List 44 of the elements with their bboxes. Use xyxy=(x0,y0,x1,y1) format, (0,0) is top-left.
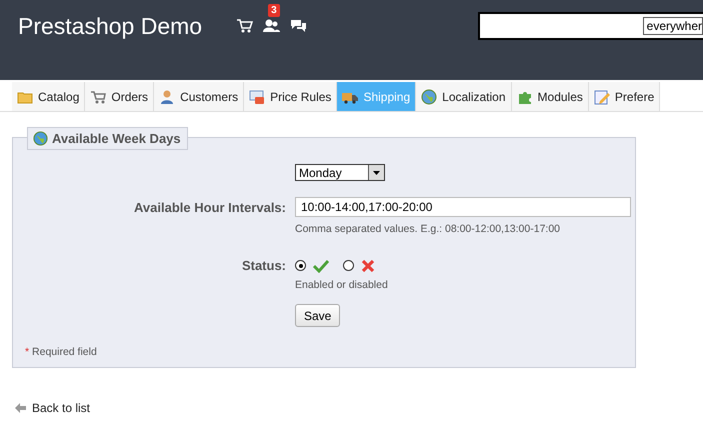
field-hint: Comma separated values. E.g.: 08:00-12:00,13:00-17:00 xyxy=(295,223,562,235)
intervals-field[interactable]: 10:00-14:00,17:00-20:00 xyxy=(295,197,631,217)
nav-tab[interactable]: Orders xyxy=(85,82,154,111)
required-note: * Required field xyxy=(25,346,98,358)
nav-tab[interactable]: Modules xyxy=(512,82,589,111)
status-radio[interactable] xyxy=(343,260,354,271)
person-icon xyxy=(159,88,176,104)
back-link[interactable]: Back to list xyxy=(15,401,90,415)
tab-label: Customers xyxy=(180,90,238,104)
field-label: Status: xyxy=(240,258,286,273)
tab-label: Localization xyxy=(442,90,506,104)
nav-tab[interactable]: Price Rules xyxy=(244,82,338,111)
users-icon[interactable] xyxy=(263,17,280,34)
nav-tab[interactable]: Prefere xyxy=(588,82,660,111)
tab-label: Shipping xyxy=(363,90,410,104)
tab-label: Catalog xyxy=(38,90,80,104)
globe-icon xyxy=(421,88,438,104)
tab-label: Modules xyxy=(538,90,583,104)
chat-icon[interactable] xyxy=(290,17,308,34)
day-select[interactable]: Monday xyxy=(295,164,385,181)
tab-label: Price Rules xyxy=(270,90,332,104)
field-hint: Enabled or disabled xyxy=(295,279,389,291)
cart-icon[interactable] xyxy=(236,17,254,34)
check-icon xyxy=(313,258,329,272)
notification-count: 3 xyxy=(268,4,280,17)
card-icon xyxy=(249,88,266,104)
tab-label: Prefere xyxy=(614,90,654,104)
arrow-left-icon xyxy=(15,403,26,413)
caret-icon xyxy=(373,170,380,174)
edit-icon xyxy=(594,88,610,104)
nav-tab[interactable]: Localization xyxy=(416,82,512,111)
nav-tab[interactable]: Customers xyxy=(154,82,244,111)
shop-title: Prestashop Demo xyxy=(18,13,202,40)
nav-tab[interactable]: Catalog xyxy=(12,82,86,111)
cart-icon xyxy=(90,88,106,104)
globe-icon xyxy=(33,131,48,146)
legend-text: Available Week Days xyxy=(52,131,181,146)
cross-icon xyxy=(361,258,375,272)
status-radio[interactable] xyxy=(295,260,306,271)
search-field[interactable]: everywher xyxy=(478,12,703,40)
save-button[interactable]: Save xyxy=(295,304,340,327)
tab-label: Orders xyxy=(111,90,148,104)
search-scope-select[interactable]: everywher xyxy=(642,17,703,35)
field-label: Available Hour Intervals: xyxy=(133,200,286,214)
